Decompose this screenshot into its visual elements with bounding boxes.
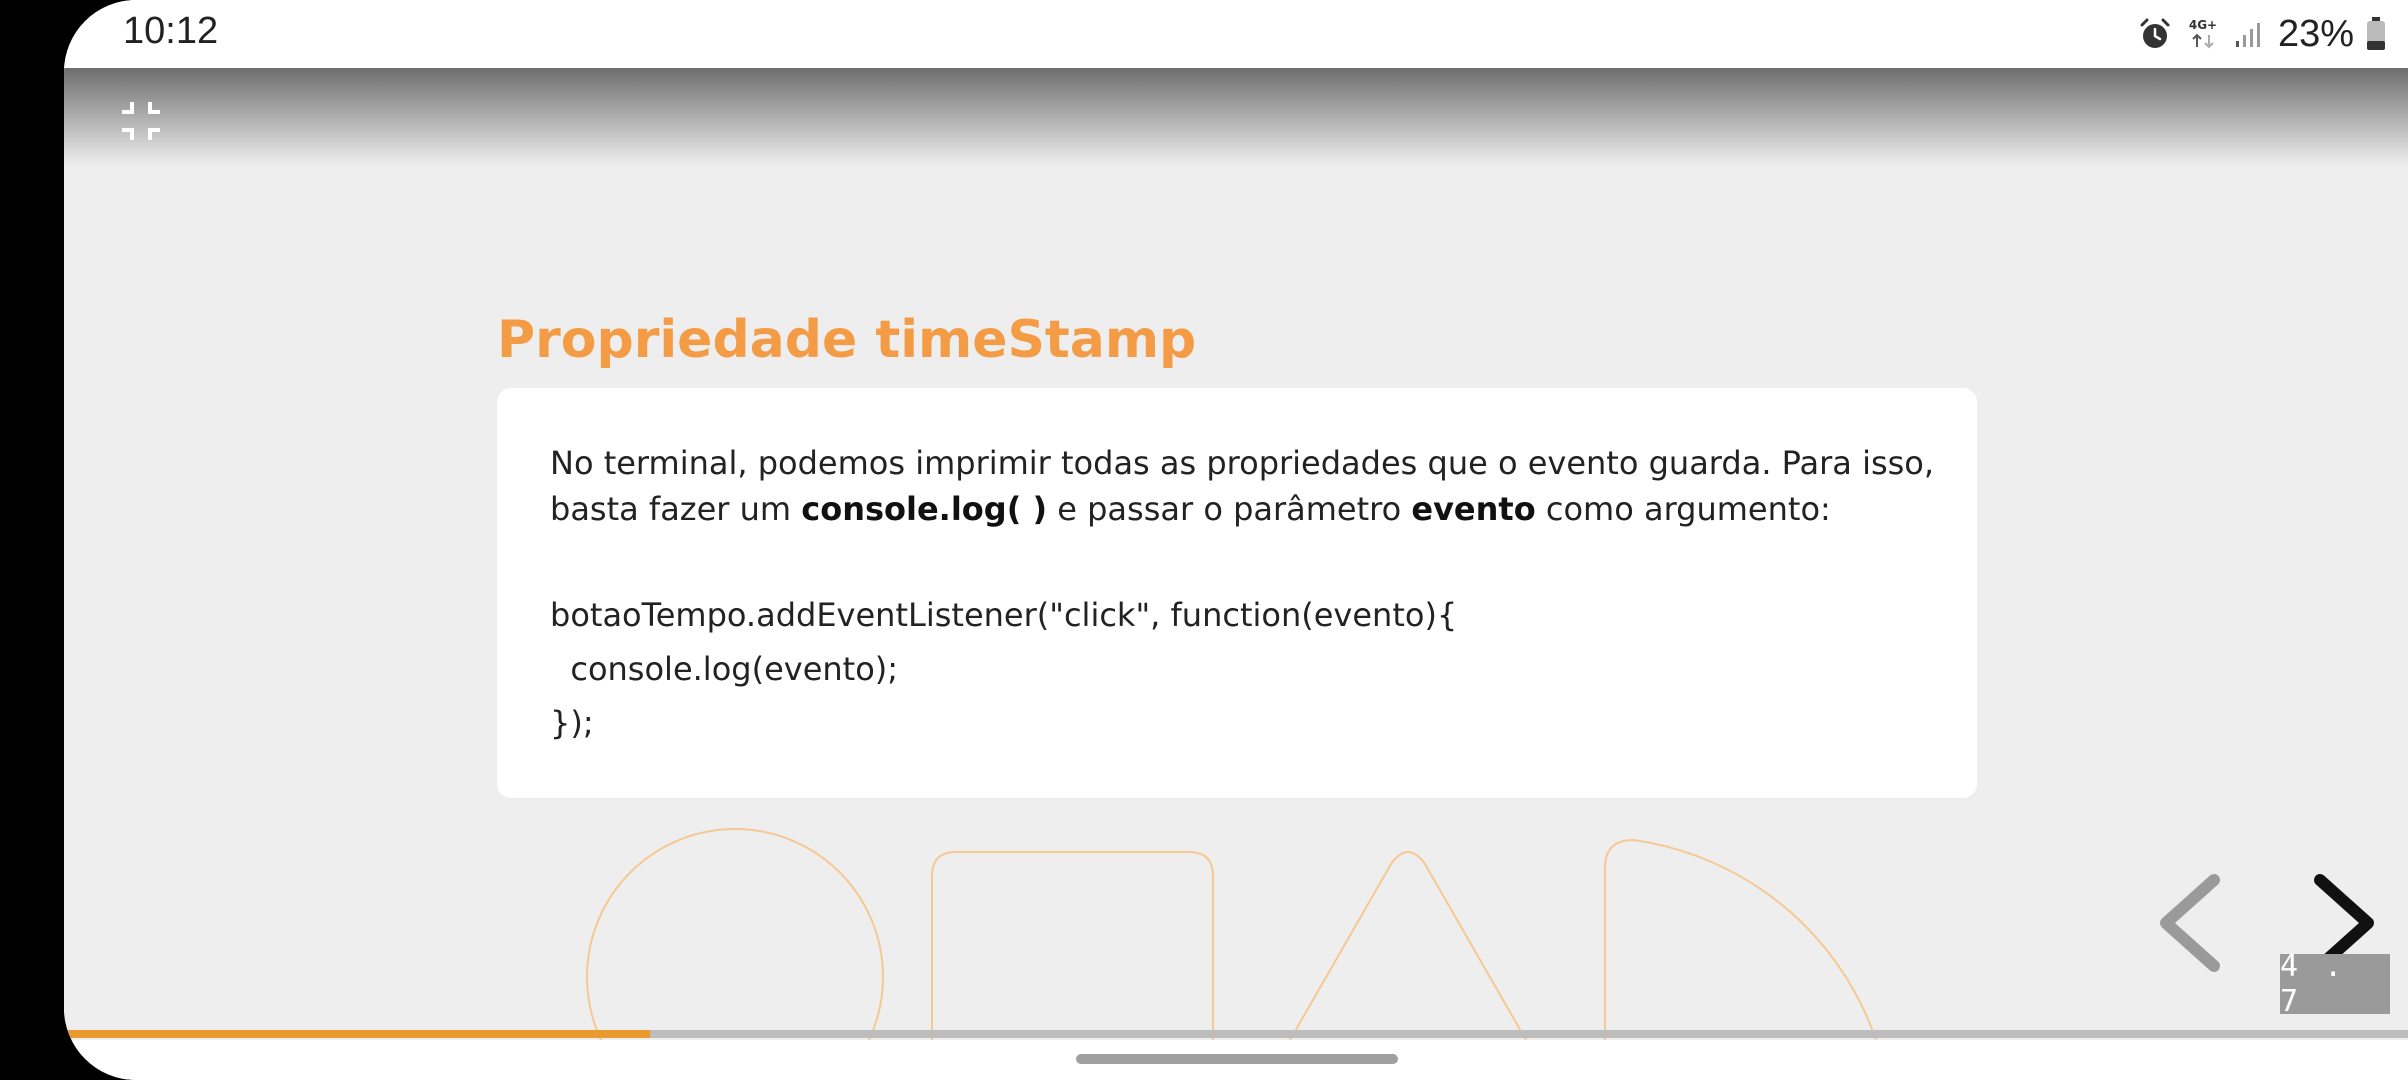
presentation-slide: Propriedade timeStamp No terminal, podem… [64,68,2408,1040]
circle-shape [586,828,884,1040]
status-bar: 10:12 4G+ 23% [64,0,2408,68]
network-label: 4G+ [2189,18,2217,32]
device-screen: 10:12 4G+ 23% Propriedade timeStamp No t… [64,0,2408,1080]
code-line: botaoTempo.addEventListener("click", fun… [550,596,1458,634]
slide-title: Propriedade timeStamp [497,310,1197,370]
slide-paragraph: No terminal, podemos imprimir todas as p… [550,440,1950,532]
network-4g-icon: 4G+ [2189,18,2217,49]
battery-percentage: 23% [2277,12,2354,55]
quarter-circle-shape [1604,838,1877,1040]
navigation-bar [64,1040,2408,1080]
rectangle-shape [931,851,1214,1040]
battery-icon [2367,17,2385,50]
status-time: 10:12 [123,10,219,52]
exit-fullscreen-icon[interactable] [120,100,162,142]
content-card: No terminal, podemos imprimir todas as p… [497,388,1977,798]
status-icons: 4G+ 23% [2138,8,2386,60]
triangle-shape [1289,851,1527,1040]
top-toolbar [64,68,2408,168]
paragraph-bold-console-log: console.log( ) [801,490,1048,528]
previous-slide-icon[interactable] [2144,868,2234,978]
progress-bar [64,1030,2408,1038]
code-line: }); [550,704,594,742]
alarm-icon [2140,18,2170,48]
paragraph-text: como argumento: [1535,490,1831,528]
home-indicator[interactable] [1076,1054,1398,1064]
signal-icon [2235,23,2260,47]
slide-number: 4 . 7 [2280,949,2390,1019]
progress-fill [64,1030,650,1038]
code-line: console.log(evento); [550,650,899,688]
paragraph-bold-evento: evento [1411,490,1536,528]
code-block: botaoTempo.addEventListener("click", fun… [550,588,1457,750]
paragraph-text: e passar o parâmetro [1047,490,1412,528]
